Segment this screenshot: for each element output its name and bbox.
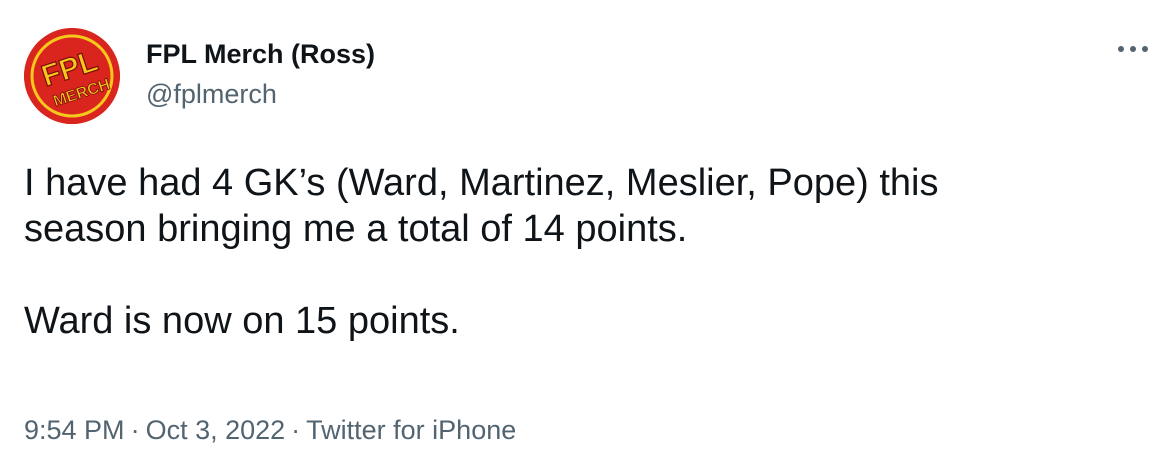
avatar-logo: FPL MERCH [24, 28, 120, 124]
author-display-name[interactable]: FPL Merch (Ross) [146, 38, 375, 70]
tweet-text: I have had 4 GK’s (Ward, Martinez, Mesli… [24, 160, 1144, 344]
tweet-line: season bringing me a total of 14 points. [24, 208, 688, 250]
tweet-line: I have had 4 GK’s (Ward, Martinez, Mesli… [24, 162, 939, 204]
meta-separator: · [130, 415, 140, 445]
tweet-date[interactable]: Oct 3, 2022 [146, 415, 286, 445]
tweet-line: Ward is now on 15 points. [24, 300, 460, 342]
more-horizontal-icon[interactable] [1116, 38, 1150, 60]
tweet-card: FPL MERCH FPL Merch (Ross) @fplmerch I h… [0, 0, 1172, 464]
author-handle[interactable]: @fplmerch [146, 78, 277, 110]
tweet-meta: 9:54 PM · Oct 3, 2022 · Twitter for iPhone [24, 414, 516, 446]
avatar[interactable]: FPL MERCH [24, 28, 120, 124]
tweet-time[interactable]: 9:54 PM [24, 415, 125, 445]
meta-separator: · [291, 415, 301, 445]
tweet-source[interactable]: Twitter for iPhone [306, 415, 516, 445]
